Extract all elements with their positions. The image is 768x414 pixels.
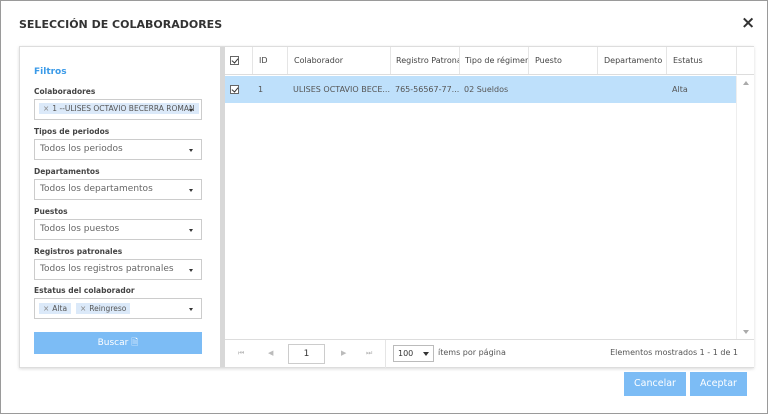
prev-page-icon[interactable]: ◀ [268,349,273,357]
chevron-down-icon [189,189,193,192]
filters-panel: Filtros Colaboradores × 1 --ULISES OCTAVI… [20,47,220,367]
colaborador-tag: × 1 --ULISES OCTAVIO BECERRA ROMAN [39,103,199,114]
colaboradores-label: Colaboradores [34,87,96,96]
next-page-icon[interactable]: ▶ [341,349,346,357]
row-checkbox[interactable] [225,76,252,103]
cell-departamento [597,76,666,103]
pager-info: Elementos mostrados 1 - 1 de 1 [610,348,738,357]
estatus-label: Estatus del colaborador [34,286,135,295]
colaboradores-select[interactable]: × 1 --ULISES OCTAVIO BECERRA ROMAN [34,99,202,120]
accept-button[interactable]: Aceptar [690,372,747,396]
page-input[interactable]: 1 [288,344,325,364]
cancel-button[interactable]: Cancelar [624,372,686,396]
search-button[interactable]: Buscar 🗎 [34,332,202,354]
cell-puesto [528,76,597,103]
scroll-down-icon[interactable] [743,330,749,334]
filters-heading: Filtros [34,67,67,77]
estatus-tag: × Alta [39,303,72,314]
tipos-periodos-select[interactable]: Todos los periodos [34,139,202,160]
collaborators-grid: ID Colaborador Registro Patronal Tipo de… [225,47,754,368]
close-icon[interactable]: × [741,13,755,33]
table-row[interactable]: 1 ULISES OCTAVIO BECE... 765-56567-77...… [225,76,736,103]
chevron-down-icon [189,269,193,272]
tipos-periodos-label: Tipos de periodos [34,127,110,136]
column-header-colaborador[interactable]: Colaborador [287,47,390,74]
cell-regimen: 02 Sueldos [464,85,509,94]
puestos-label: Puestos [34,207,68,216]
remove-tag-icon[interactable]: × [80,304,86,313]
estatus-select[interactable]: × Alta × Reingreso [34,298,202,319]
remove-tag-icon[interactable]: × [43,104,49,113]
pager: ⏮ ◀ 1 ▶ ⏭ 100 ítems por página Elementos… [225,339,754,368]
page-size-select[interactable]: 100 [393,345,434,362]
column-header-estatus[interactable]: Estatus [666,47,736,74]
puestos-select[interactable]: Todos los puestos [34,219,202,240]
chevron-down-icon [189,109,193,112]
column-header-regimen[interactable]: Tipo de régimen [459,47,528,74]
departamentos-select[interactable]: Todos los departamentos [34,179,202,200]
first-page-icon[interactable]: ⏮ [238,349,244,358]
column-header-id[interactable]: ID [252,47,287,74]
estatus-tag: × Reingreso [75,303,131,314]
column-header-registro[interactable]: Registro Patronal [390,47,459,74]
chevron-down-icon [189,149,193,152]
dialog-title: SELECCIÓN DE COLABORADORES [19,18,223,31]
column-header-puesto[interactable]: Puesto [528,47,597,74]
page-size-label: ítems por página [438,348,506,357]
cell-id: 1 [258,85,264,94]
select-all-checkbox[interactable] [225,47,252,74]
last-page-icon[interactable]: ⏭ [366,349,372,358]
document-search-icon: 🗎 [131,338,139,348]
dialog-body: Filtros Colaboradores × 1 --ULISES OCTAVI… [19,46,754,368]
registros-select[interactable]: Todos los registros patronales [34,259,202,280]
departamentos-label: Departamentos [34,167,100,176]
grid-scrollbar[interactable] [736,76,754,339]
cell-registro: 765-56567-77... [395,85,459,94]
chevron-down-icon [423,352,429,356]
chevron-down-icon [189,229,193,232]
remove-tag-icon[interactable]: × [43,304,49,313]
cell-estatus: Alta [672,85,688,94]
column-header-departamento[interactable]: Departamento [597,47,666,74]
chevron-down-icon [189,308,193,311]
scroll-up-icon[interactable] [743,81,749,85]
grid-header: ID Colaborador Registro Patronal Tipo de… [225,47,754,75]
registros-label: Registros patronales [34,247,123,256]
cell-colaborador: ULISES OCTAVIO BECE... [293,85,390,94]
